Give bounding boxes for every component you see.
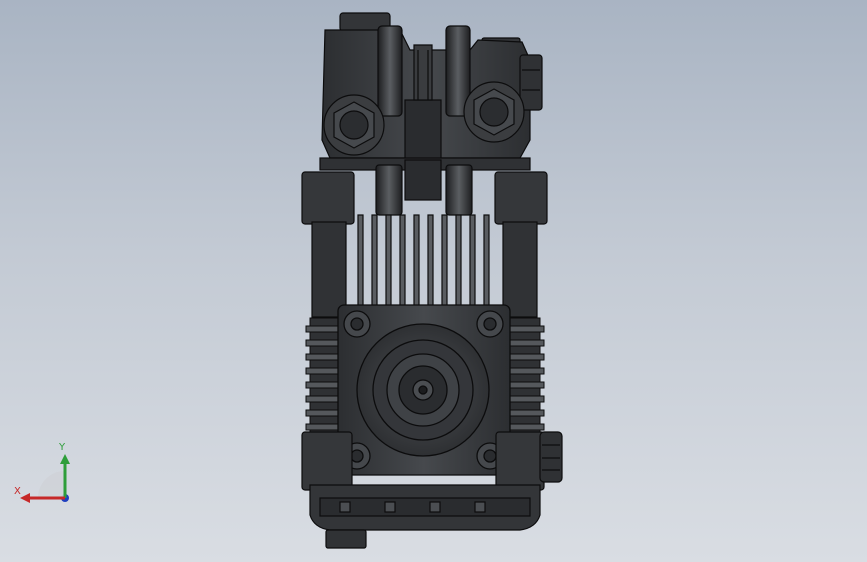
manifold-head — [321, 12, 543, 161]
front-cover-plate — [337, 304, 511, 476]
triad-sphere-icon — [38, 471, 65, 498]
plunger-frame — [301, 157, 548, 318]
x-axis-label: X — [14, 486, 21, 497]
pump-assembly-model[interactable] — [0, 0, 867, 562]
view-orientation-triad[interactable] — [10, 440, 90, 520]
y-axis-label: Y — [59, 442, 66, 453]
graphics-viewport[interactable]: Y X — [0, 0, 867, 562]
